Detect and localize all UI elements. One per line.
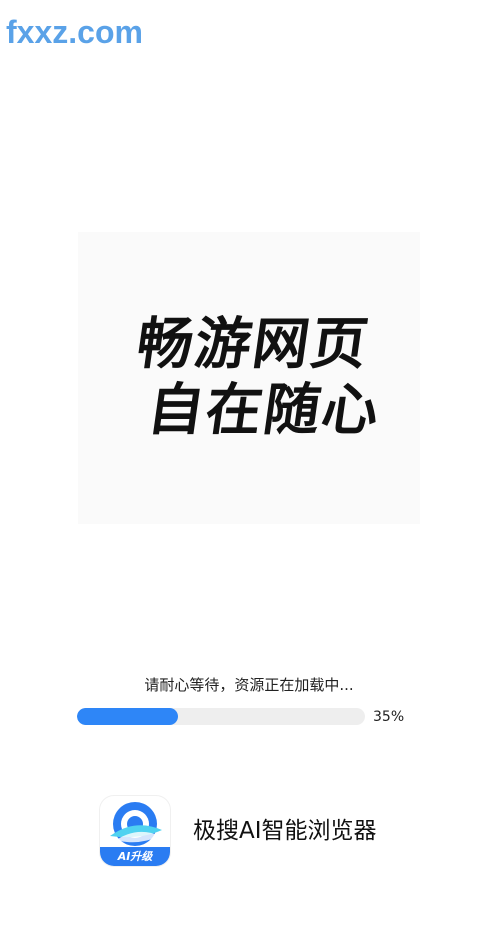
splash-image: 畅游网页 自在随心: [78, 232, 420, 524]
progress-bar: [77, 708, 365, 725]
icon-badge: AI升级: [100, 847, 170, 866]
app-name: 极搜AI智能浏览器: [193, 818, 377, 844]
watermark-text: fxxz.com: [6, 14, 143, 50]
jisou-browser-logo-icon: AI升级: [100, 796, 170, 866]
slogan-line-1: 畅游网页: [132, 312, 374, 377]
loading-message: 请耐心等待，资源正在加载中...: [144, 676, 354, 694]
slogan-line-2: 自在随心: [143, 378, 385, 443]
progress-percent-label: 35%: [373, 709, 405, 725]
progress-bar-fill: [77, 708, 178, 725]
